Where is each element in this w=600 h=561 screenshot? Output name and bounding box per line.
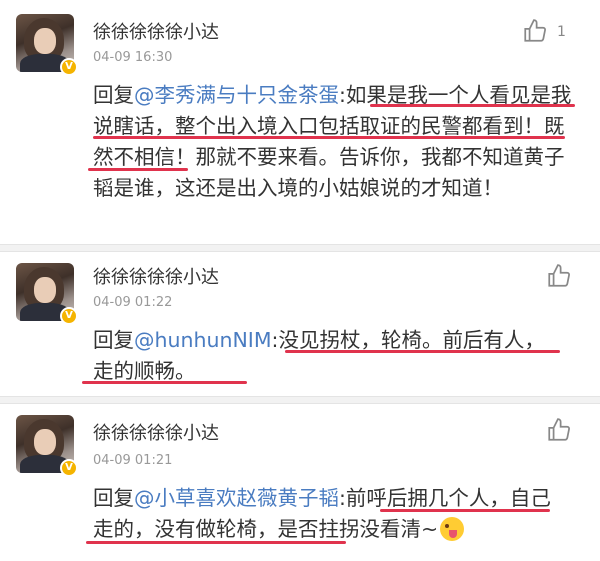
reply-prefix: 回复 (93, 83, 134, 107)
highlight-underline (93, 136, 565, 139)
highlight-underline (380, 509, 550, 512)
comment-reply-text: 回复@小草喜欢赵薇黄子韬:前呼后拥几个人，自己走的，没有做轮椅，是否拄拐没看清~ (93, 483, 563, 545)
highlight-underline (370, 104, 575, 107)
like-button[interactable] (546, 417, 576, 445)
reply-mention-link[interactable]: @hunhunNIM (134, 328, 272, 352)
comment-timestamp: 04-09 01:22 (93, 295, 173, 310)
comment-username[interactable]: 徐徐徐徐徐小达 (93, 419, 219, 445)
comment-timestamp: 04-09 16:30 (93, 50, 173, 65)
comment-timestamp: 04-09 01:21 (93, 453, 173, 468)
thumbs-up-icon (548, 418, 570, 441)
like-button[interactable] (522, 18, 552, 46)
highlight-underline (82, 381, 247, 384)
comment-item: V 徐徐徐徐徐小达 04-09 01:22 回复@hunhunNIM:没见拐杖，… (0, 253, 600, 387)
verified-badge-icon: V (60, 307, 78, 325)
thumbs-up-icon (524, 19, 546, 42)
comment-item: V 徐徐徐徐徐小达 04-09 16:30 1 回复@李秀满与十只金茶蛋:如果是… (0, 0, 600, 244)
verified-badge-icon: V (60, 459, 78, 477)
comment-reply-text: 回复@李秀满与十只金茶蛋:如果是我一个人看见是我说瞎话，整个出入境入口包括取证的… (93, 80, 583, 204)
reply-mention-link[interactable]: @李秀满与十只金茶蛋 (134, 83, 339, 107)
like-button[interactable] (546, 263, 576, 291)
comment-username[interactable]: 徐徐徐徐徐小达 (93, 18, 219, 44)
comment-divider (0, 396, 600, 404)
verified-badge-icon: V (60, 58, 78, 76)
comment-username[interactable]: 徐徐徐徐徐小达 (93, 263, 219, 289)
like-count: 1 (557, 24, 566, 40)
tongue-out-emoji (440, 517, 465, 541)
highlight-underline (285, 350, 560, 353)
reply-prefix: 回复 (93, 328, 134, 352)
highlight-underline (88, 168, 188, 171)
reply-prefix: 回复 (93, 486, 134, 510)
reply-mention-link[interactable]: @小草喜欢赵薇黄子韬 (134, 486, 339, 510)
thumbs-up-icon (548, 264, 570, 287)
comment-reply-text: 回复@hunhunNIM:没见拐杖，轮椅。前后有人，走的顺畅。 (93, 325, 563, 387)
highlight-underline (86, 541, 346, 544)
comment-item: V 徐徐徐徐徐小达 04-09 01:21 回复@小草喜欢赵薇黄子韬:前呼后拥几… (0, 405, 600, 561)
comment-divider (0, 244, 600, 252)
